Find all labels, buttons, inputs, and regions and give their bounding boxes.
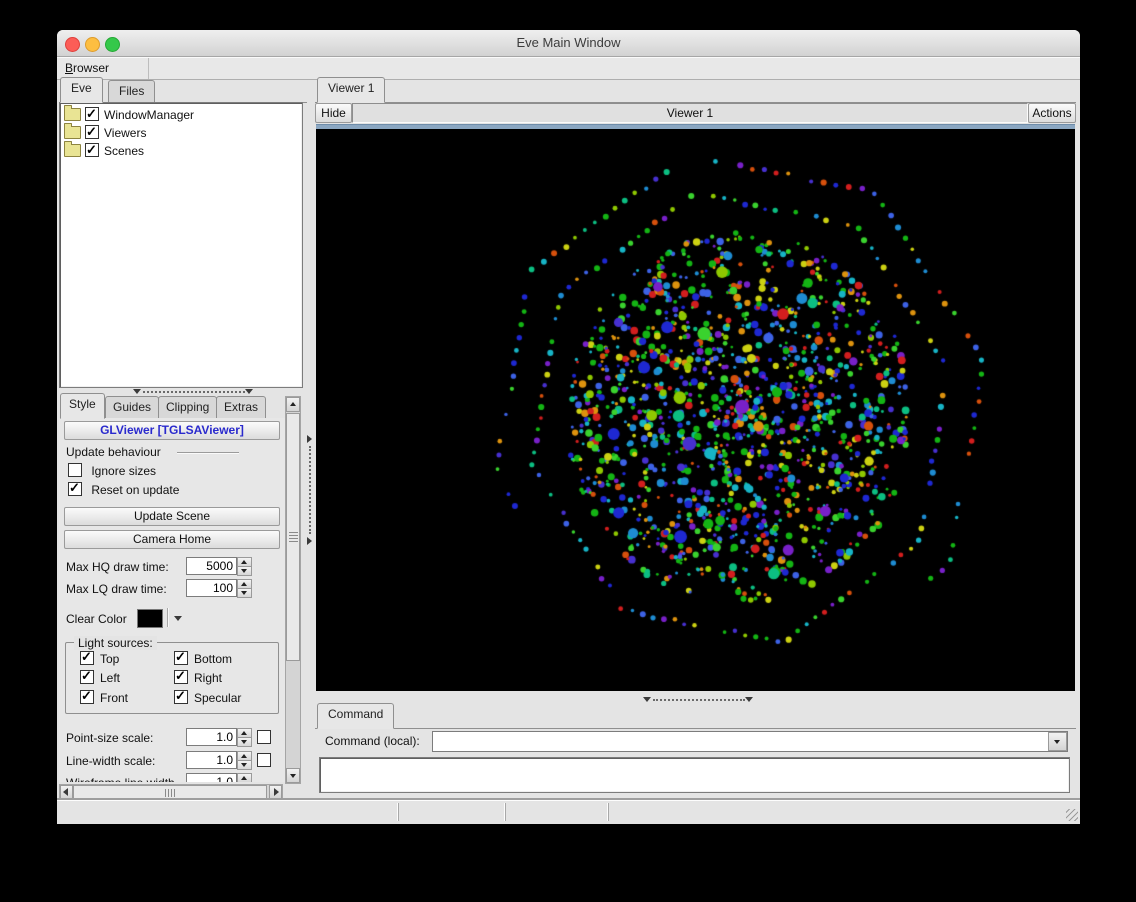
ignore-sizes-checkbox[interactable] [68,463,82,477]
resize-grip-icon[interactable] [1066,809,1078,821]
sidebar-tabstrip: Eve Files [59,77,307,103]
command-tabstrip: Command [315,703,1076,729]
light-specular-checkbox[interactable] [174,688,188,704]
viewer-title-bar[interactable]: Viewer 1 [352,103,1028,123]
swatch-divider [167,608,168,627]
tab-style[interactable]: Style [60,393,105,419]
tree-checkbox[interactable] [85,105,99,123]
tab-eve[interactable]: Eve [60,77,103,103]
light-left-option[interactable]: Left [80,668,120,685]
editor-horizontal-scrollbar[interactable] [59,784,283,800]
tree-item-windowmanager[interactable]: WindowManager [60,105,302,124]
spin-down-button[interactable] [237,760,252,770]
eve-tree-panel: WindowManager Viewers Scenes [59,102,303,388]
hide-button[interactable]: Hide [315,103,352,123]
line-width-label: Line-width scale: [66,754,156,768]
light-left-checkbox[interactable] [80,668,94,684]
menu-browser[interactable]: Browser [57,58,117,75]
update-behaviour-label: Update behaviour [66,445,161,459]
max-hq-input[interactable] [186,557,237,575]
tab-files[interactable]: Files [108,80,156,103]
light-sources-group: Light sources: Top Bottom Left Right Fro… [65,636,279,714]
window-title: Eve Main Window [516,35,621,50]
camera-home-button[interactable]: Camera Home [64,530,280,549]
spin-down-button[interactable] [237,737,252,747]
actions-button[interactable]: Actions [1028,103,1076,123]
menubar: Browser Eve [57,57,1080,92]
light-specular-option[interactable]: Specular [174,688,241,705]
titlebar[interactable]: Eve Main Window [57,30,1080,57]
reset-on-update-option[interactable]: Reset on update [68,480,179,497]
max-lq-label: Max LQ draw time: [66,582,167,596]
panel-splitter[interactable] [305,80,315,798]
viewer-canvas[interactable] [316,129,1075,691]
point-size-input[interactable] [186,728,237,746]
command-combobox [432,731,1068,752]
clear-color-swatch[interactable] [137,609,163,628]
viewer-command-splitter[interactable] [315,696,1076,704]
line-width-input[interactable] [186,751,237,769]
max-hq-label: Max HQ draw time: [66,560,169,574]
line-width-checkbox[interactable] [257,753,271,767]
light-top-option[interactable]: Top [80,649,119,666]
scroll-down-button[interactable] [286,768,300,783]
command-input[interactable] [433,732,1051,749]
point-size-label: Point-size scale: [66,731,154,745]
folder-icon [64,105,81,121]
tab-command[interactable]: Command [317,703,395,729]
tree-checkbox[interactable] [85,123,99,141]
tree-item-scenes[interactable]: Scenes [60,141,302,160]
tree-checkbox[interactable] [85,141,99,159]
statusbar-section [505,803,607,821]
light-front-option[interactable]: Front [80,688,128,705]
light-sources-label: Light sources: [74,636,157,650]
light-right-checkbox[interactable] [174,668,188,684]
command-output[interactable] [319,757,1070,793]
light-bottom-option[interactable]: Bottom [174,649,232,666]
light-front-checkbox[interactable] [80,688,94,704]
viewer-header: Hide Viewer 1 Actions [315,103,1076,123]
wireframe-input[interactable] [186,773,237,782]
light-top-checkbox[interactable] [80,649,94,665]
reset-on-update-checkbox[interactable] [68,480,82,496]
point-size-checkbox[interactable] [257,730,271,744]
tab-viewer-1[interactable]: Viewer 1 [317,77,386,103]
statusbar-section [608,803,1075,821]
tab-extras[interactable]: Extras [216,396,267,419]
section-divider [177,452,239,453]
spin-up-button[interactable] [237,773,252,782]
command-local-label: Command (local): [325,734,420,748]
folder-icon [64,141,81,157]
statusbar [57,800,1080,823]
scroll-thumb[interactable] [73,785,267,799]
scroll-left-button[interactable] [60,785,73,799]
statusbar-section [57,803,397,821]
update-scene-button[interactable]: Update Scene [64,507,280,526]
style-editor-panel: GLViewer [TGLSAViewer] Update behaviour … [59,418,285,782]
ignore-sizes-option[interactable]: Ignore sizes [68,463,156,478]
max-lq-input[interactable] [186,579,237,597]
menu-frame: Browser Eve [57,58,149,92]
clear-color-label: Clear Color [66,612,127,626]
tab-guides[interactable]: Guides [105,396,160,419]
light-bottom-checkbox[interactable] [174,649,188,665]
tab-clipping[interactable]: Clipping [158,396,218,419]
statusbar-section [398,803,504,821]
tree-item-viewers[interactable]: Viewers [60,123,302,142]
color-dropdown-icon[interactable] [174,616,182,621]
scroll-up-button[interactable] [286,397,300,412]
viewer-tabstrip: Viewer 1 [315,77,1076,103]
scroll-right-button[interactable] [269,785,282,799]
spin-down-button[interactable] [237,566,252,576]
glviewer-header-button[interactable]: GLViewer [TGLSAViewer] [64,421,280,440]
editor-tabstrip: Style Guides Clipping Extras [59,393,283,419]
eve-main-window: Eve Main Window Browser Eve Eve Files Wi… [57,30,1080,824]
wireframe-label: Wireframe line width [66,776,175,782]
folder-icon [64,123,81,139]
scroll-thumb[interactable] [286,413,300,661]
light-right-option[interactable]: Right [174,668,222,685]
command-dropdown-button[interactable] [1048,732,1067,751]
editor-vertical-scrollbar[interactable] [285,396,301,784]
spin-down-button[interactable] [237,588,252,598]
